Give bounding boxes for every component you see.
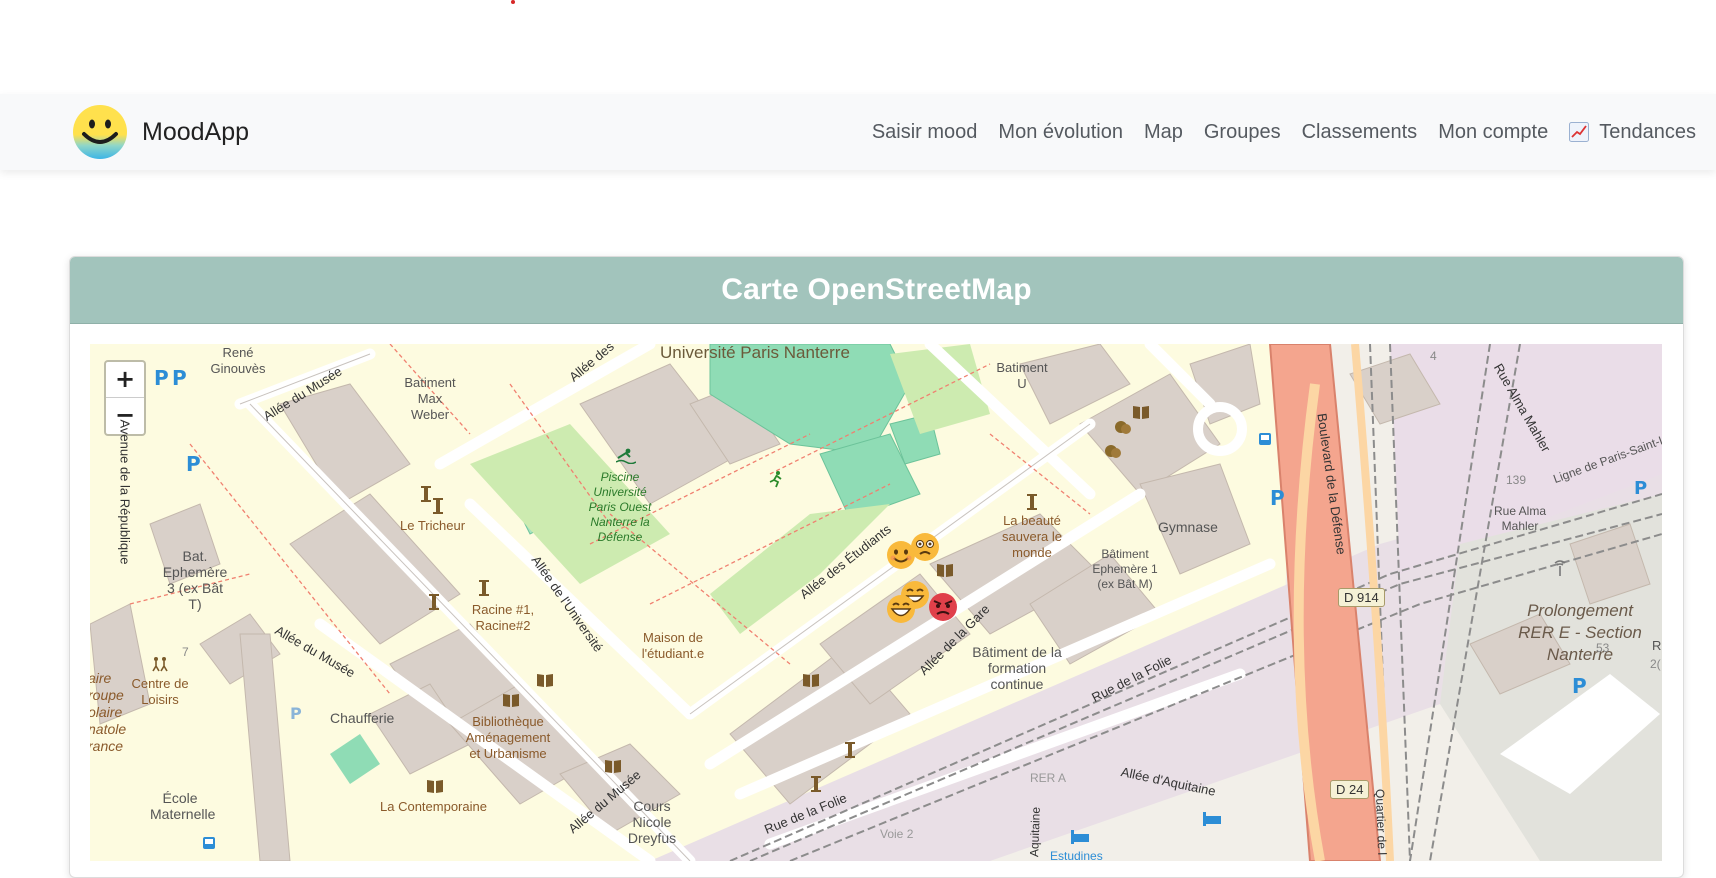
card-header: Carte OpenStreetMap xyxy=(70,257,1683,324)
osm-map[interactable]: + − Université Paris Nanterre René Ginou… xyxy=(90,344,1662,861)
artwork-icon xyxy=(845,742,855,758)
map-label-contemporaine: La Contemporaine xyxy=(380,799,487,814)
artwork-icon xyxy=(421,486,431,502)
chart-trend-icon xyxy=(1569,122,1590,142)
nav-tendances[interactable]: Tendances xyxy=(1569,121,1696,144)
map-label-cours-nicole: Cours Nicole Dreyfus xyxy=(627,798,677,846)
nav-map[interactable]: Map xyxy=(1144,121,1183,144)
map-label-batiment-formation: Bâtiment de la formation continue xyxy=(972,644,1062,692)
map-label-prolongement: Prolongement RER E - Section Nanterre xyxy=(1518,601,1642,664)
map-label-maison: Maison de l'étudiant.e xyxy=(641,630,705,661)
running-icon xyxy=(769,471,782,488)
navbar: MoodApp Saisir mood Mon évolution Map Gr… xyxy=(0,94,1716,170)
red-dot xyxy=(511,0,515,4)
map-label-num53: 53 xyxy=(1596,641,1610,655)
parking-icon: P xyxy=(1634,478,1648,499)
map-label-rer-a: RER A xyxy=(1030,771,1067,785)
map-label-batiment-u: Batiment U xyxy=(996,360,1048,391)
map-label-bat-eph3: Bat. Ephemère 3 (ex Bât T) xyxy=(162,548,228,612)
map-label-piscine: Piscine Université Paris Ouest Nanterre … xyxy=(588,470,652,544)
nav-classements[interactable]: Classements xyxy=(1302,121,1418,144)
map-label-ecole: École Maternelle xyxy=(150,790,216,822)
map-label-beaute: La beauté sauvera le monde xyxy=(1002,513,1062,560)
map-label-num4: 4 xyxy=(1430,349,1437,363)
artwork-icon xyxy=(433,498,443,514)
map-label-num139: 139 xyxy=(1506,473,1527,487)
parking-icon: P xyxy=(172,366,187,390)
hotel-icon xyxy=(1071,830,1089,844)
map-label-rue-alma2: Rue Alma Mahler xyxy=(1493,504,1547,533)
card-title: Carte OpenStreetMap xyxy=(721,273,1032,306)
artwork-icon xyxy=(811,776,821,792)
map-label-quartier: Quartier de l xyxy=(1372,788,1390,856)
map-label-bibliotheque: Bibliothèque Aménagement et Urbanisme xyxy=(465,714,551,761)
nav-saisir-mood[interactable]: Saisir mood xyxy=(872,121,978,144)
map-label-racine: Racine #1, Racine#2 xyxy=(471,602,535,633)
road-shield-d914: D 914 xyxy=(1338,588,1385,607)
map-label-edge-r: R xyxy=(1652,638,1662,653)
book-icon xyxy=(803,674,819,687)
book-icon xyxy=(1133,406,1149,419)
map-label-tricheur: Le Tricheur xyxy=(400,518,466,533)
book-icon xyxy=(537,674,553,687)
mood-marker-worried-icon[interactable] xyxy=(910,532,940,562)
zoom-in-button[interactable]: + xyxy=(106,362,144,398)
nav-mon-compte[interactable]: Mon compte xyxy=(1438,121,1548,144)
artwork-icon xyxy=(429,594,439,610)
theatre-icon xyxy=(1105,445,1121,458)
swimming-icon xyxy=(616,448,636,464)
book-icon xyxy=(427,780,443,793)
map-label-batiment-max: Batiment Max Weber xyxy=(404,375,456,422)
nav-mon-evolution[interactable]: Mon évolution xyxy=(998,121,1123,144)
playground-icon xyxy=(152,657,168,672)
map-label-batiment-eph1: Bâtiment Ephemère 1 (ex Bât M) xyxy=(1092,547,1158,591)
nav-links: Saisir mood Mon évolution Map Groupes Cl… xyxy=(851,94,1696,170)
map-label-avenue-rep: Avenue de la République xyxy=(117,419,133,565)
artwork-icon xyxy=(479,580,489,596)
bus-stop-icon xyxy=(1259,433,1271,445)
nav-groupes[interactable]: Groupes xyxy=(1204,121,1281,144)
parking-icon: P xyxy=(1270,486,1285,510)
map-tiles[interactable] xyxy=(90,344,1662,861)
theatre-icon xyxy=(1115,421,1131,434)
book-icon xyxy=(503,694,519,707)
map-label-edge-2: 2( xyxy=(1650,657,1661,671)
antenna-icon xyxy=(1554,560,1566,576)
map-label-groupe: aire roupe olaire natole rance xyxy=(90,670,127,754)
map-label-estudines: Estudines xyxy=(1050,849,1103,861)
parking-icon: P xyxy=(290,704,302,723)
hotel-icon xyxy=(1203,812,1221,826)
brand-name: MoodApp xyxy=(142,117,250,146)
map-label-universite: Université Paris Nanterre xyxy=(660,344,850,362)
smiley-logo-icon xyxy=(73,105,127,159)
book-icon xyxy=(937,564,953,577)
mood-marker-angry-icon[interactable] xyxy=(928,592,958,622)
mood-marker-laugh-icon[interactable] xyxy=(886,594,916,624)
map-label-chaufferie: Chaufferie xyxy=(330,710,395,726)
map-label-voie2: Voie 2 xyxy=(880,827,914,841)
parking-icon: P xyxy=(154,366,169,390)
bus-stop-icon xyxy=(203,837,215,849)
map-label-aquitaine-v: Aquitaine xyxy=(1027,806,1043,858)
parking-icon: P xyxy=(186,452,201,476)
map-label-rene: René Ginouvès xyxy=(210,345,266,376)
map-label-num7: 7 xyxy=(182,645,189,659)
book-icon xyxy=(605,760,621,773)
map-label-gymnase: Gymnase xyxy=(1158,519,1218,535)
artwork-icon xyxy=(1027,494,1037,510)
nav-tendances-label: Tendances xyxy=(1599,120,1696,143)
map-label-centre-loisirs: Centre de Loisirs xyxy=(131,676,189,707)
brand-link[interactable]: MoodApp xyxy=(72,94,249,170)
parking-icon: P xyxy=(1572,674,1587,698)
road-shield-d24: D 24 xyxy=(1330,780,1370,799)
